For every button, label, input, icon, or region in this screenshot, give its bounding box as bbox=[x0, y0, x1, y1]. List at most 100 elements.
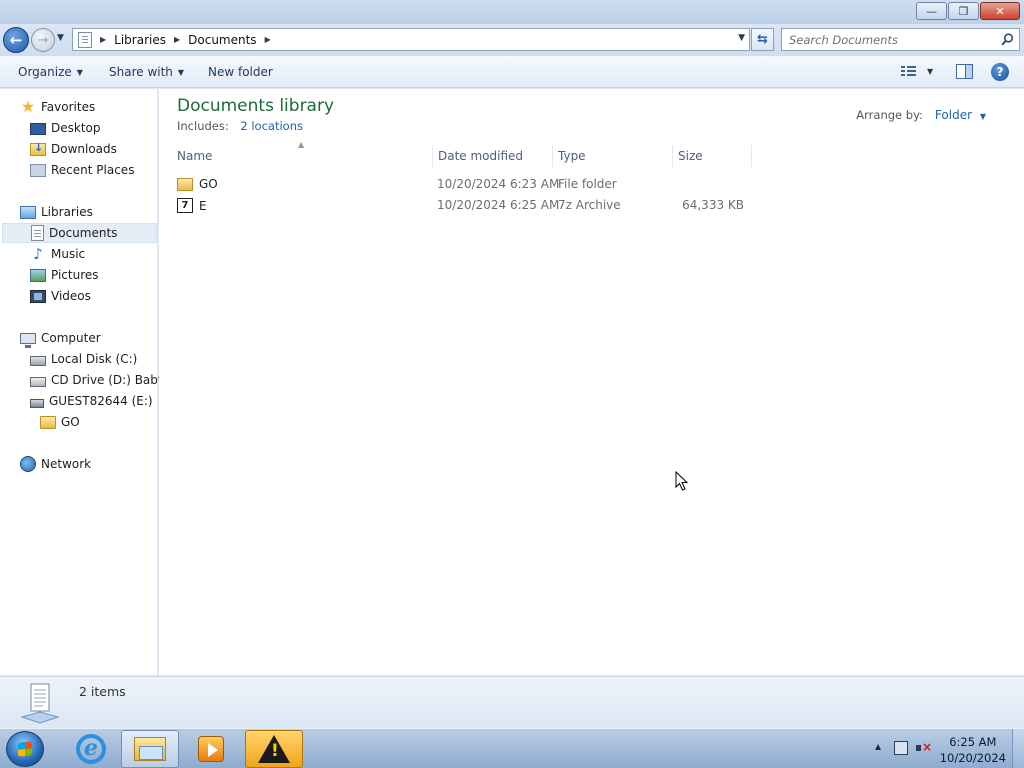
column-divider[interactable] bbox=[552, 145, 553, 167]
nav-recent-places[interactable]: Recent Places bbox=[30, 160, 134, 180]
archive-icon: 7 bbox=[177, 198, 193, 213]
minimize-button[interactable]: — bbox=[916, 2, 947, 20]
network-status-icon[interactable] bbox=[894, 741, 908, 755]
nav-label: Documents bbox=[49, 226, 118, 240]
column-header-date-modified[interactable]: Date modified bbox=[438, 145, 553, 167]
downloads-folder-icon bbox=[30, 141, 46, 156]
new-folder-button[interactable]: New folder bbox=[208, 65, 273, 79]
window-controls: — ❐ ✕ bbox=[916, 2, 1020, 20]
nav-label: Computer bbox=[41, 331, 101, 345]
nav-favorites[interactable]: ★ Favorites bbox=[20, 97, 95, 117]
nav-local-disk-c[interactable]: Local Disk (C:) bbox=[30, 349, 137, 369]
nav-usb-drive-e[interactable]: GUEST82644 (E:) bbox=[30, 391, 153, 411]
search-icon[interactable] bbox=[1001, 33, 1014, 46]
nav-label: GO bbox=[61, 415, 80, 429]
forward-button[interactable]: → bbox=[31, 28, 55, 52]
column-header-size[interactable]: Size bbox=[678, 145, 750, 167]
arrange-by-value: Folder bbox=[934, 108, 973, 122]
file-type: 7z Archive bbox=[558, 198, 621, 212]
nav-pictures[interactable]: Pictures bbox=[30, 265, 99, 285]
file-row[interactable]: GO 10/20/2024 6:23 AM File folder bbox=[177, 174, 757, 195]
taskbar-warning-app[interactable] bbox=[245, 730, 303, 768]
nav-label: Music bbox=[51, 247, 86, 261]
start-button[interactable] bbox=[6, 731, 44, 767]
network-icon bbox=[20, 456, 36, 472]
libraries-icon bbox=[20, 205, 36, 219]
search-box bbox=[781, 28, 1020, 51]
column-header-name[interactable]: Name bbox=[177, 145, 432, 167]
preview-pane-icon[interactable] bbox=[956, 64, 973, 79]
column-divider[interactable] bbox=[432, 145, 433, 167]
back-button[interactable]: ← bbox=[3, 27, 29, 53]
maximize-button[interactable]: ❐ bbox=[948, 2, 979, 20]
breadcrumb-libraries[interactable]: Libraries bbox=[114, 33, 166, 47]
nav-label: Recent Places bbox=[51, 163, 135, 177]
share-with-button[interactable]: Share with ▼ bbox=[109, 65, 184, 79]
nav-desktop[interactable]: Desktop bbox=[30, 118, 101, 138]
taskbar-internet-explorer[interactable]: e bbox=[62, 730, 120, 768]
file-row[interactable]: 7 E 10/20/2024 6:25 AM 7z Archive 64,333… bbox=[177, 195, 757, 216]
file-name-cell: 7 E bbox=[177, 198, 207, 213]
close-button[interactable]: ✕ bbox=[980, 2, 1020, 20]
nav-label: Local Disk (C:) bbox=[51, 352, 138, 366]
nav-music[interactable]: ♪ Music bbox=[30, 244, 85, 264]
arrow-right-icon: → bbox=[37, 32, 49, 48]
document-library-icon bbox=[20, 683, 60, 724]
chevron-down-icon: ▼ bbox=[979, 112, 986, 121]
nav-documents[interactable]: Documents bbox=[2, 223, 157, 243]
nav-network[interactable]: Network bbox=[20, 454, 91, 474]
nav-label: Videos bbox=[51, 289, 91, 303]
clock[interactable]: 6:25 AM 10/20/2024 bbox=[940, 734, 1006, 766]
organize-button[interactable]: Organize ▼ bbox=[18, 65, 83, 79]
chevron-down-icon: ▼ bbox=[76, 67, 83, 77]
breadcrumb-separator-icon[interactable]: ▶ bbox=[265, 35, 271, 44]
taskbar-media-player[interactable] bbox=[182, 730, 240, 768]
breadcrumb-separator-icon[interactable]: ▶ bbox=[100, 35, 106, 44]
nav-cd-drive-d[interactable]: CD Drive (D:) Baby2 bbox=[30, 370, 173, 390]
nav-label: Downloads bbox=[51, 142, 117, 156]
arrange-by-label: Arrange by: bbox=[856, 108, 923, 122]
computer-icon bbox=[20, 332, 36, 348]
nav-downloads[interactable]: Downloads bbox=[30, 139, 117, 159]
breadcrumb-separator-icon[interactable]: ▶ bbox=[174, 35, 180, 44]
help-icon[interactable]: ? bbox=[991, 63, 1009, 81]
chevron-down-icon: ▼ bbox=[927, 66, 934, 76]
show-desktop-button[interactable] bbox=[1012, 729, 1024, 768]
item-count: 2 items bbox=[79, 684, 126, 699]
windows-explorer-icon bbox=[134, 737, 166, 761]
refresh-icon: ⇆ bbox=[757, 32, 768, 47]
column-label: Type bbox=[558, 149, 586, 163]
column-header-type[interactable]: Type bbox=[558, 145, 670, 167]
new-folder-label: New folder bbox=[208, 65, 273, 79]
nav-label: Libraries bbox=[41, 205, 93, 219]
nav-folder-go[interactable]: GO bbox=[40, 412, 80, 432]
details-view-icon bbox=[901, 64, 917, 78]
breadcrumb-documents[interactable]: Documents bbox=[188, 33, 256, 47]
taskbar-windows-explorer[interactable] bbox=[121, 730, 179, 768]
locations-link[interactable]: 2 locations bbox=[240, 119, 303, 133]
navigation-pane: ★ Favorites Desktop Downloads Recent Pla… bbox=[0, 89, 173, 675]
address-dropdown-icon[interactable]: ▼ bbox=[738, 33, 745, 43]
volume-muted-icon[interactable] bbox=[916, 740, 932, 755]
show-hidden-icons-button[interactable]: ▲ bbox=[875, 742, 881, 751]
column-divider[interactable] bbox=[751, 145, 752, 167]
pictures-icon bbox=[30, 268, 46, 282]
nav-computer[interactable]: Computer bbox=[20, 328, 101, 348]
mouse-cursor-icon bbox=[675, 471, 689, 491]
recent-places-icon bbox=[30, 163, 46, 177]
details-pane: 2 items bbox=[0, 676, 1024, 728]
address-bar[interactable]: ▶ Libraries ▶ Documents ▶ ▼ bbox=[72, 28, 750, 51]
history-dropdown-button[interactable]: ▼ bbox=[57, 33, 64, 43]
nav-libraries[interactable]: Libraries bbox=[20, 202, 93, 222]
arrange-by-dropdown[interactable]: Folder ▼ bbox=[935, 108, 986, 122]
refresh-button[interactable]: ⇆ bbox=[751, 28, 774, 51]
videos-icon bbox=[30, 289, 46, 303]
search-input[interactable] bbox=[782, 32, 992, 47]
arrow-left-icon: ← bbox=[9, 31, 23, 49]
media-player-icon bbox=[198, 736, 224, 762]
column-divider[interactable] bbox=[672, 145, 673, 167]
change-view-button[interactable]: ▼ bbox=[901, 64, 933, 78]
taskbar: e ▲ 6:25 AM 10/20/2024 bbox=[0, 728, 1024, 768]
nav-videos[interactable]: Videos bbox=[30, 286, 91, 306]
folder-icon bbox=[177, 177, 193, 191]
